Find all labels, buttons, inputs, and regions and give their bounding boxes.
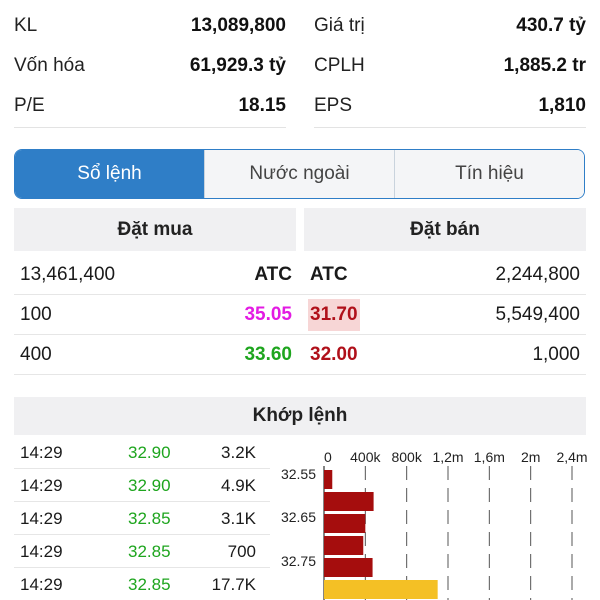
stat-value: 18.15 — [238, 95, 286, 116]
stat-pe: P/E 18.15 — [14, 86, 286, 126]
volume-bar — [324, 492, 374, 511]
tab-foreign[interactable]: Nước ngoài — [204, 150, 394, 198]
stats-right-column: Giá trị 430.7 tỷ CPLH 1,885.2 tr EPS 1,8… — [314, 0, 586, 128]
volume-bar — [324, 536, 364, 555]
trade-row: 14:29 32.85 3.1K — [14, 502, 270, 535]
x-tick-label: 400k — [350, 449, 381, 465]
tab-signals[interactable]: Tín hiệu — [394, 150, 584, 198]
trade-volume: 3.2K — [221, 443, 256, 462]
stat-label: Giá trị — [314, 15, 365, 36]
x-tick-label: 1,6m — [474, 449, 505, 465]
buy-volume: 13,461,400 — [20, 264, 116, 285]
y-tick-label: 32.75 — [281, 553, 316, 569]
trade-price: 32.85 — [128, 575, 171, 594]
trade-volume: 4.9K — [221, 476, 256, 495]
sell-volume: 2,244,800 — [495, 264, 580, 285]
stat-value-traded: Giá trị 430.7 tỷ — [314, 6, 586, 46]
stat-label: CPLH — [314, 55, 365, 76]
stat-shares-outstanding: CPLH 1,885.2 tr — [314, 46, 586, 86]
trade-price: 32.90 — [128, 476, 171, 495]
sell-price: 31.70 — [308, 299, 360, 331]
buy-price: ATC — [254, 264, 292, 285]
buy-volume: 100 — [20, 304, 52, 325]
stat-value: 13,089,800 — [190, 15, 286, 36]
volume-bar — [324, 558, 373, 577]
trade-time: 14:29 — [20, 443, 63, 462]
y-tick-label: 32.55 — [281, 466, 316, 482]
stat-label: Vốn hóa — [14, 55, 85, 76]
sell-price: 32.00 — [310, 344, 358, 365]
stat-volume: KL 13,089,800 — [14, 6, 286, 46]
order-row: 100 35.05 31.70 5,549,400 — [14, 295, 586, 335]
stat-value: 430.7 tỷ — [516, 15, 586, 36]
buy-price: 33.60 — [244, 344, 292, 365]
x-tick-label: 2,4m — [556, 449, 587, 465]
x-tick-label: 0 — [324, 449, 332, 465]
volume-bar — [324, 580, 438, 599]
trade-row: 14:29 32.85 700 — [14, 535, 270, 568]
sell-volume: 5,549,400 — [495, 304, 580, 325]
trade-volume: 700 — [227, 542, 256, 561]
trade-row: 14:29 32.90 3.2K — [14, 436, 270, 469]
x-tick-label: 1,2m — [432, 449, 463, 465]
x-tick-label: 800k — [391, 449, 422, 465]
trade-row: 14:29 32.90 4.9K — [14, 469, 270, 502]
stat-value: 1,810 — [538, 95, 586, 116]
stat-value: 61,929.3 tỷ — [189, 55, 286, 76]
tab-order-book[interactable]: Sổ lệnh — [15, 150, 204, 198]
buy-volume: 400 — [20, 344, 52, 365]
sell-orders-header: Đặt bán — [304, 208, 586, 251]
order-row: 13,461,400 ATC ATC 2,244,800 — [14, 255, 586, 295]
stats-left-column: KL 13,089,800 Vốn hóa 61,929.3 tỷ P/E 18… — [14, 0, 286, 128]
trade-time: 14:29 — [20, 542, 63, 561]
stat-eps: EPS 1,810 — [314, 86, 586, 126]
stat-label: KL — [14, 15, 38, 36]
stat-market-cap: Vốn hóa 61,929.3 tỷ — [14, 46, 286, 86]
order-row: 400 33.60 32.00 1,000 — [14, 335, 586, 375]
trade-price: 32.90 — [128, 443, 171, 462]
volume-bar — [324, 470, 333, 489]
trade-volume: 3.1K — [221, 509, 256, 528]
trade-time: 14:29 — [20, 509, 63, 528]
trade-price: 32.85 — [128, 509, 171, 528]
stock-stats: KL 13,089,800 Vốn hóa 61,929.3 tỷ P/E 18… — [0, 0, 600, 132]
stat-label: EPS — [314, 95, 353, 116]
sell-volume: 1,000 — [532, 344, 580, 365]
tab-bar: Sổ lệnh Nước ngoài Tín hiệu — [14, 149, 585, 199]
trade-time: 14:29 — [20, 476, 63, 495]
sell-price: ATC — [310, 264, 348, 285]
x-tick-label: 2m — [521, 449, 540, 465]
trade-time: 14:29 — [20, 575, 63, 594]
trade-row: 14:29 32.85 17.7K — [14, 568, 270, 600]
matched-orders-header: Khớp lệnh — [14, 397, 586, 435]
y-tick-label: 32.65 — [281, 509, 316, 525]
trade-volume: 17.7K — [211, 575, 256, 594]
buy-price: 35.05 — [244, 304, 292, 325]
volume-bar — [324, 514, 366, 533]
volume-by-price-chart: 0 400k 800k 1,2m 1,6m 2m 2,4m 32.55 32.65 32.75 — [281, 449, 588, 600]
buy-orders-header: Đặt mua — [14, 208, 296, 251]
trade-price: 32.85 — [128, 542, 171, 561]
stat-value: 1,885.2 tr — [503, 55, 586, 76]
stat-label: P/E — [14, 95, 45, 116]
